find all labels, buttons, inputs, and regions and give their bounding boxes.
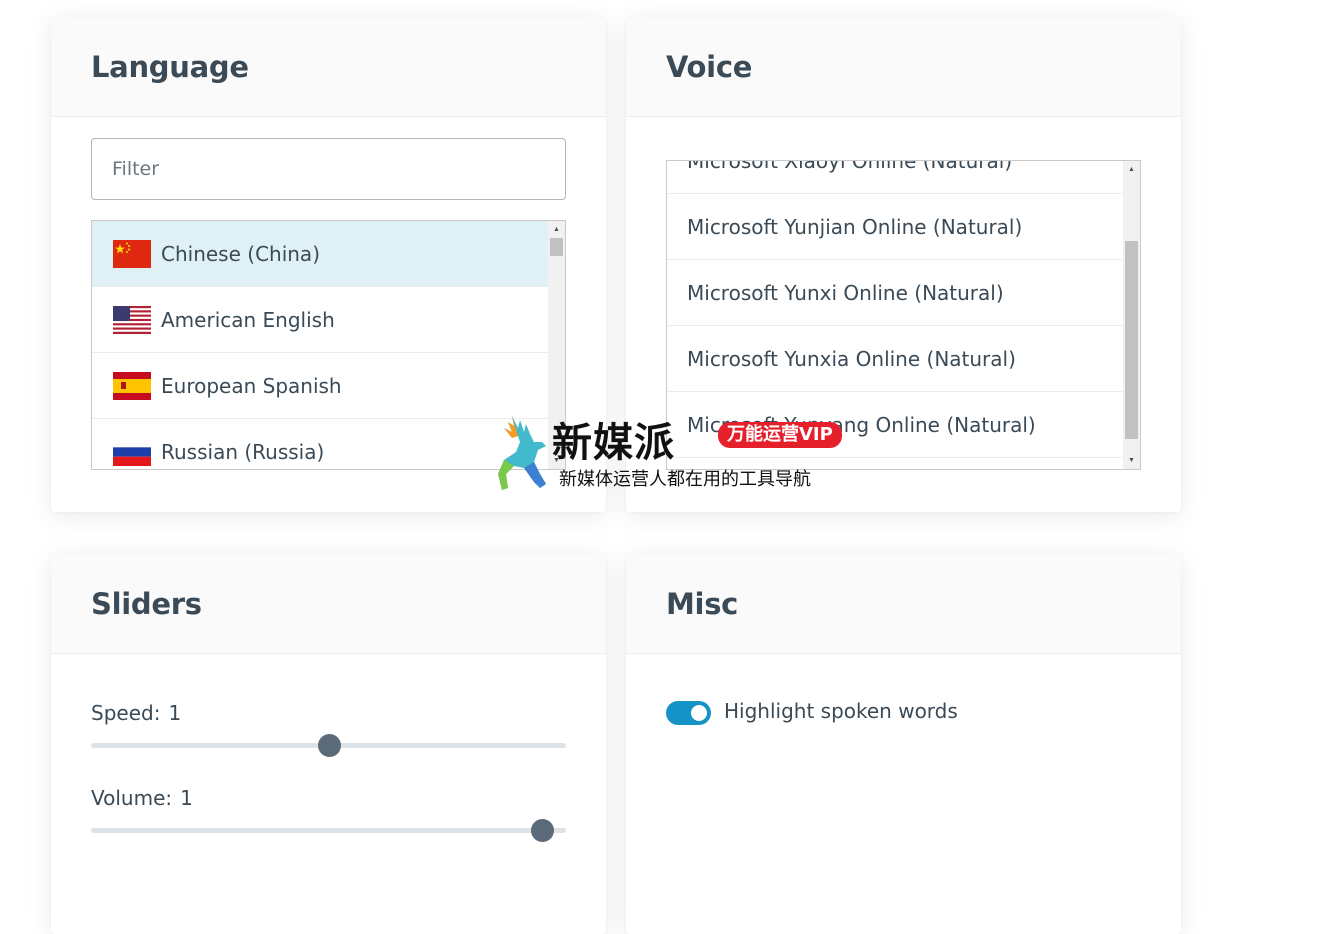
misc-title: Misc [666, 586, 739, 621]
language-title: Language [91, 49, 249, 84]
watermark-title: 新媒派 [552, 420, 675, 466]
language-item-label: Chinese (China) [161, 241, 320, 266]
voice-item-label: Microsoft Xiaoyi Online (Natural) [687, 160, 1013, 173]
scroll-up-arrow-icon[interactable]: ▲ [548, 221, 565, 238]
ru-flag-icon [113, 437, 151, 466]
volume-slider[interactable] [91, 819, 566, 842]
watermark-badge: 万能运营VIP [718, 422, 842, 448]
speed-label: Speed: 1 [91, 701, 181, 725]
sliders-card-header: Sliders [51, 554, 606, 654]
sliders-card: Sliders Speed: 1 Volume: 1 [51, 554, 606, 934]
voice-card-header: Voice [626, 17, 1181, 117]
toggle-knob [691, 705, 707, 721]
voice-title: Voice [666, 49, 753, 84]
language-card-header: Language [51, 17, 606, 117]
deer-logo-icon [498, 416, 546, 490]
language-item-american-english[interactable]: American English [92, 287, 548, 353]
volume-label: Volume: 1 [91, 786, 193, 810]
es-flag-icon [113, 371, 151, 400]
voice-item[interactable]: Microsoft Yunxi Online (Natural) [667, 260, 1123, 326]
voice-item-label: Microsoft Yunxi Online (Natural) [687, 280, 1004, 305]
misc-card-header: Misc [626, 554, 1181, 654]
language-item-label: Russian (Russia) [161, 439, 325, 464]
speed-slider[interactable] [91, 734, 566, 757]
highlight-toggle-label: Highlight spoken words [724, 699, 958, 723]
sliders-title: Sliders [91, 586, 202, 621]
cn-flag-icon [113, 239, 151, 268]
volume-slider-thumb[interactable] [531, 819, 554, 842]
voice-item-label: Microsoft Yunjian Online (Natural) [687, 214, 1023, 239]
voice-scrollbar[interactable]: ▲ ▼ [1123, 161, 1140, 469]
scroll-thumb[interactable] [550, 238, 563, 256]
highlight-toggle[interactable] [666, 701, 711, 725]
speed-slider-thumb[interactable] [317, 734, 341, 757]
language-item-label: American English [161, 307, 335, 332]
language-item-russian[interactable]: Russian (Russia) [92, 419, 548, 469]
watermark: 新媒派 万能运营VIP 新媒体运营人都在用的工具导航 [490, 410, 850, 495]
voice-item[interactable]: Microsoft Xiaoyi Online (Natural) [667, 160, 1123, 194]
us-flag-icon [113, 305, 151, 334]
volume-value: 1 [180, 786, 193, 810]
watermark-subtitle: 新媒体运营人都在用的工具导航 [559, 469, 811, 490]
language-filter-input[interactable] [91, 138, 566, 200]
volume-label-text: Volume: [91, 786, 173, 810]
language-item-european-spanish[interactable]: European Spanish [92, 353, 548, 419]
scroll-up-arrow-icon[interactable]: ▲ [1123, 161, 1140, 178]
scroll-down-arrow-icon[interactable]: ▼ [1123, 452, 1140, 469]
speed-value: 1 [168, 701, 182, 725]
scroll-thumb[interactable] [1125, 241, 1138, 439]
language-item-label: European Spanish [161, 373, 342, 398]
voice-item-label: Microsoft Yunxia Online (Natural) [687, 346, 1016, 371]
language-item-chinese[interactable]: Chinese (China) [92, 221, 548, 287]
voice-item[interactable]: Microsoft Yunxia Online (Natural) [667, 326, 1123, 392]
language-list: Chinese (China) American English Europea… [92, 221, 548, 469]
speed-label-text: Speed: [91, 701, 161, 725]
voice-item[interactable]: Microsoft Yunjian Online (Natural) [667, 194, 1123, 260]
misc-card: Misc Highlight spoken words [626, 554, 1181, 934]
